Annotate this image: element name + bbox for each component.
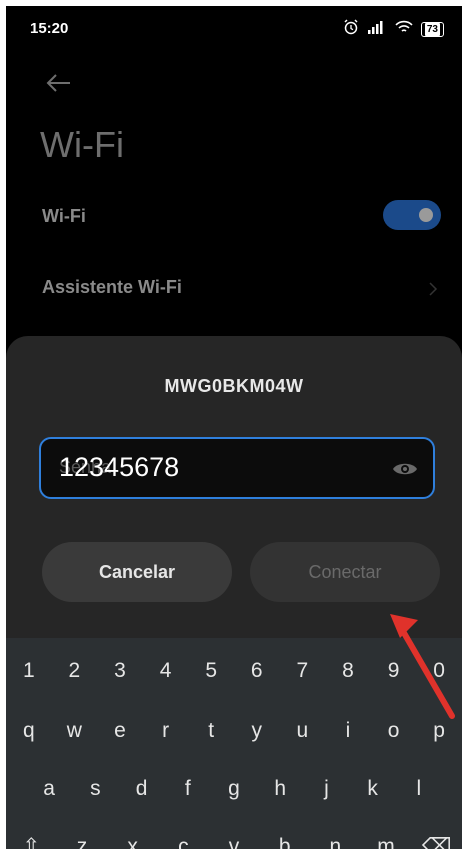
key-row1-2[interactable]: 3 xyxy=(97,648,143,694)
network-name: MWG0BKM04W xyxy=(164,376,304,396)
key-row1-1[interactable]: 2 xyxy=(52,648,98,694)
status-icons: 73 xyxy=(343,19,444,40)
key-row3-5[interactable]: h xyxy=(257,766,303,812)
key-row2-1[interactable]: w xyxy=(52,708,98,754)
key-row3-1[interactable]: s xyxy=(72,766,118,812)
key-row1-9[interactable]: 0 xyxy=(416,648,462,694)
key-row2-6[interactable]: u xyxy=(280,708,326,754)
cancel-button[interactable]: Cancelar xyxy=(42,542,232,602)
key-row1-6[interactable]: 7 xyxy=(280,648,326,694)
key-row3-2[interactable]: d xyxy=(118,766,164,812)
status-bar: 15:20 73 xyxy=(6,6,462,52)
key-row4-3[interactable]: c xyxy=(158,824,209,849)
key-row4-6[interactable]: n xyxy=(310,824,361,849)
password-field[interactable]: Senha xyxy=(39,437,435,499)
soft-keyboard: 1234567890 qwertyuiop asdfghjkl ⇧ z x c v b n m… xyxy=(6,638,462,849)
key-row3-4[interactable]: g xyxy=(211,766,257,812)
key-row4-8[interactable]: ⌫ xyxy=(411,824,462,849)
key-row1-7[interactable]: 8 xyxy=(325,648,371,694)
battery-icon: 73 xyxy=(420,22,444,37)
toggle-knob xyxy=(419,208,433,222)
key-row3-7[interactable]: k xyxy=(350,766,396,812)
key-row1-0[interactable]: 1 xyxy=(6,648,52,694)
key-row4-4[interactable]: v xyxy=(209,824,260,849)
back-arrow-icon[interactable] xyxy=(42,66,76,100)
key-row4-5[interactable]: b xyxy=(259,824,310,849)
key-row1-4[interactable]: 5 xyxy=(188,648,234,694)
phone-screen: 15:20 73 Wi-Fi Wi-Fi Assistente Wi-Fi MW… xyxy=(6,6,462,849)
key-row4-0[interactable]: ⇧ xyxy=(6,824,57,849)
key-row2-7[interactable]: i xyxy=(325,708,371,754)
key-row1-8[interactable]: 9 xyxy=(371,648,417,694)
key-row2-0[interactable]: q xyxy=(6,708,52,754)
connect-button[interactable]: Conectar xyxy=(250,542,440,602)
chevron-right-icon xyxy=(428,281,438,297)
page-title: Wi-Fi xyxy=(40,124,124,165)
wifi-password-dialog: MWG0BKM04W Senha Cancelar Conectar xyxy=(6,336,462,646)
eye-icon[interactable] xyxy=(391,458,419,480)
key-row2-4[interactable]: t xyxy=(188,708,234,754)
battery-level: 73 xyxy=(424,23,440,36)
keyboard-row-asdf: asdfghjkl xyxy=(6,766,462,812)
wifi-row-label: Wi-Fi xyxy=(42,206,86,226)
alarm-icon xyxy=(343,19,359,40)
key-row2-2[interactable]: e xyxy=(97,708,143,754)
key-row3-8[interactable]: l xyxy=(396,766,442,812)
key-row1-5[interactable]: 6 xyxy=(234,648,280,694)
key-row1-3[interactable]: 4 xyxy=(143,648,189,694)
key-row4-1[interactable]: z xyxy=(57,824,108,849)
signal-icon xyxy=(367,20,387,39)
key-row3-3[interactable]: f xyxy=(165,766,211,812)
key-row4-2[interactable]: x xyxy=(107,824,158,849)
status-time: 15:20 xyxy=(30,20,69,37)
keyboard-number-row: 1234567890 xyxy=(6,648,462,694)
key-row2-5[interactable]: y xyxy=(234,708,280,754)
wifi-toggle[interactable] xyxy=(383,200,441,230)
keyboard-row-zxcv: ⇧ z x c v b n m ⌫ xyxy=(6,824,462,849)
key-row2-9[interactable]: p xyxy=(416,708,462,754)
key-row3-6[interactable]: j xyxy=(303,766,349,812)
keyboard-row-qwerty: qwertyuiop xyxy=(6,708,462,754)
key-row3-0[interactable]: a xyxy=(26,766,72,812)
key-row2-3[interactable]: r xyxy=(143,708,189,754)
wifi-icon xyxy=(395,20,413,39)
key-row2-8[interactable]: o xyxy=(371,708,417,754)
assistant-row-label[interactable]: Assistente Wi-Fi xyxy=(42,277,182,298)
key-row4-7[interactable]: m xyxy=(361,824,412,849)
password-input[interactable] xyxy=(59,452,359,483)
